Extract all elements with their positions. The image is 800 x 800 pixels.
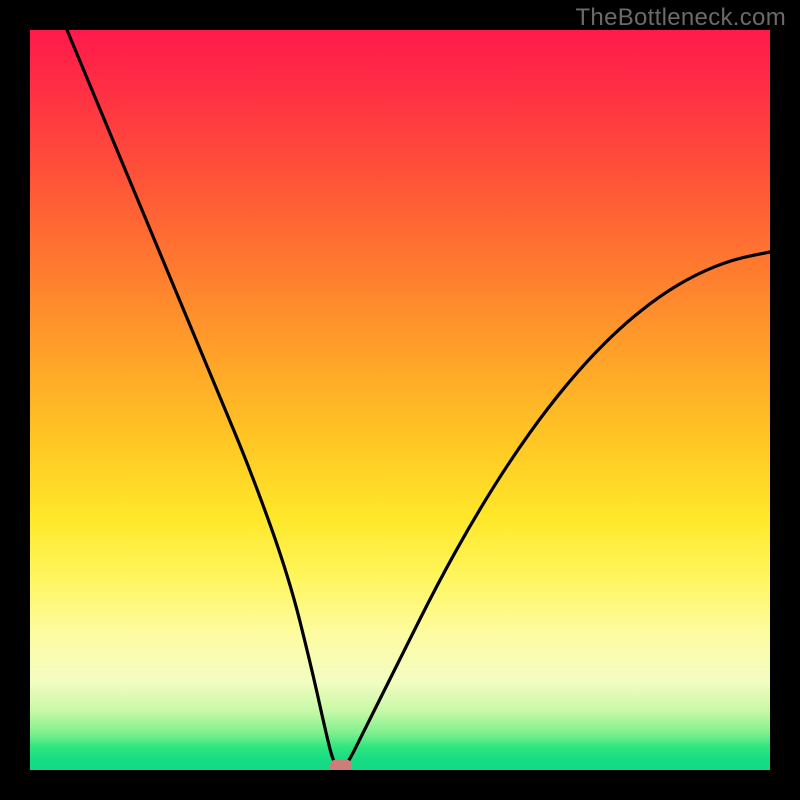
optimal-marker <box>330 760 352 771</box>
curve-path <box>67 30 770 768</box>
bottleneck-curve <box>30 30 770 770</box>
chart-frame: TheBottleneck.com <box>0 0 800 800</box>
plot-area <box>30 30 770 770</box>
watermark-text: TheBottleneck.com <box>575 4 786 32</box>
